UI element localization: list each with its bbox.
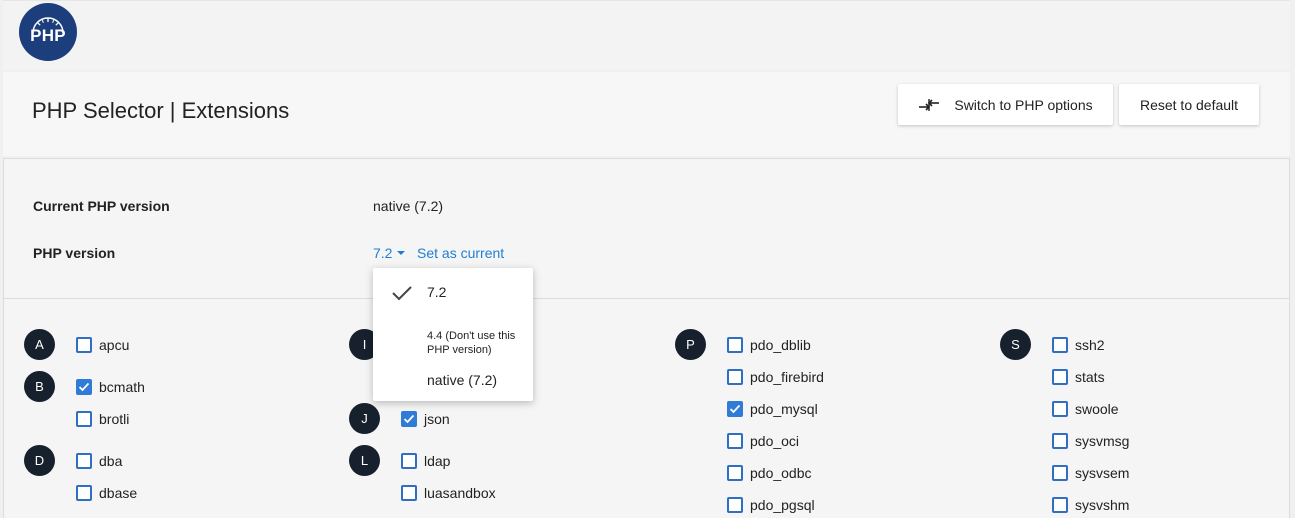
extension-item[interactable]: sysvsem bbox=[1052, 463, 1129, 483]
extension-label: bcmath bbox=[99, 379, 145, 395]
extension-item[interactable]: pdo_odbc bbox=[727, 463, 812, 483]
checkbox[interactable] bbox=[1052, 369, 1068, 385]
switch-button-label: Switch to PHP options bbox=[954, 96, 1093, 113]
extension-label: luasandbox bbox=[424, 485, 496, 501]
checkbox[interactable] bbox=[1052, 401, 1068, 417]
extension-item[interactable]: dbase bbox=[76, 483, 137, 503]
extension-label: sysvmsg bbox=[1075, 433, 1130, 449]
letter-badge: L bbox=[349, 445, 380, 476]
checkbox[interactable] bbox=[76, 411, 92, 427]
letter-badge: J bbox=[349, 403, 380, 434]
checkmark-icon bbox=[403, 414, 415, 424]
page-title: PHP Selector | Extensions bbox=[32, 98, 290, 123]
extension-label: dba bbox=[99, 453, 123, 469]
extension-item[interactable]: pdo_pgsql bbox=[727, 495, 815, 515]
extension-item[interactable]: dba bbox=[76, 451, 122, 471]
extension-label: pdo_pgsql bbox=[750, 497, 815, 513]
extension-item[interactable]: apcu bbox=[76, 335, 129, 355]
logo-text: PHP bbox=[30, 26, 66, 45]
checkbox[interactable] bbox=[727, 497, 743, 513]
checkbox[interactable] bbox=[1052, 465, 1068, 481]
caret-down-icon bbox=[397, 251, 406, 256]
php-version-value: 7.2 bbox=[373, 245, 393, 261]
letter-badge: A bbox=[24, 329, 55, 360]
checkbox[interactable] bbox=[76, 453, 92, 469]
extension-label: json bbox=[424, 411, 450, 427]
checkbox[interactable] bbox=[727, 401, 743, 417]
checkbox[interactable] bbox=[727, 369, 743, 385]
letter-badge: P bbox=[675, 329, 706, 360]
letter-badge: S bbox=[1000, 329, 1031, 360]
current-version-value: native (7.2) bbox=[373, 198, 444, 214]
extension-label: brotli bbox=[99, 411, 130, 427]
switch-to-php-options-button[interactable]: Switch to PHP options bbox=[898, 84, 1113, 125]
dropdown-option[interactable]: 7.2 bbox=[427, 284, 446, 300]
check-icon bbox=[392, 286, 412, 301]
extension-item[interactable]: pdo_dblib bbox=[727, 335, 811, 355]
set-as-current-link[interactable]: Set as current bbox=[417, 245, 504, 261]
checkbox[interactable] bbox=[401, 453, 417, 469]
extension-item[interactable]: sysvshm bbox=[1052, 495, 1129, 515]
php-version-dropdown: 7.2 4.4 (Don't use this PHP version) nat… bbox=[373, 268, 533, 401]
checkbox[interactable] bbox=[727, 337, 743, 353]
extension-label: dbase bbox=[99, 485, 138, 501]
extension-item[interactable]: stats bbox=[1052, 367, 1105, 387]
extension-label: stats bbox=[1075, 369, 1105, 385]
extension-label: sysvsem bbox=[1075, 465, 1130, 481]
extension-item[interactable]: luasandbox bbox=[401, 483, 496, 503]
dropdown-option[interactable]: native (7.2) bbox=[427, 372, 497, 388]
checkbox[interactable] bbox=[401, 411, 417, 427]
checkbox[interactable] bbox=[1052, 497, 1068, 513]
php-version-label: PHP version bbox=[33, 245, 116, 261]
extension-label: ssh2 bbox=[1075, 337, 1105, 353]
php-logo[interactable]: PHP bbox=[19, 3, 77, 61]
extension-item[interactable]: bcmath bbox=[76, 377, 145, 397]
letter-badge: B bbox=[24, 371, 55, 402]
extension-item[interactable]: pdo_oci bbox=[727, 431, 799, 451]
checkbox[interactable] bbox=[76, 337, 92, 353]
dropdown-option[interactable]: 4.4 (Don't use this PHP version) bbox=[427, 329, 527, 357]
checkmark-icon bbox=[78, 382, 90, 392]
extension-label: pdo_oci bbox=[750, 433, 800, 449]
checkbox[interactable] bbox=[401, 485, 417, 501]
extension-item[interactable]: brotli bbox=[76, 409, 129, 429]
extension-item[interactable]: swoole bbox=[1052, 399, 1119, 419]
extension-label: ldap bbox=[424, 453, 451, 469]
checkbox[interactable] bbox=[76, 379, 92, 395]
extension-label: swoole bbox=[1075, 401, 1119, 417]
extension-label: pdo_firebird bbox=[750, 369, 824, 385]
checkbox[interactable] bbox=[727, 465, 743, 481]
divider bbox=[4, 298, 1289, 299]
php-version-select[interactable]: 7.2 bbox=[373, 245, 406, 261]
extension-item[interactable]: pdo_firebird bbox=[727, 367, 824, 387]
extension-item[interactable]: sysvmsg bbox=[1052, 431, 1129, 451]
checkbox[interactable] bbox=[727, 433, 743, 449]
reset-to-default-button[interactable]: Reset to default bbox=[1119, 84, 1259, 125]
switch-arrows-icon bbox=[919, 98, 940, 111]
extension-item[interactable]: ssh2 bbox=[1052, 335, 1105, 355]
checkbox[interactable] bbox=[76, 485, 92, 501]
extension-item[interactable]: pdo_mysql bbox=[727, 399, 818, 419]
extension-label: pdo_odbc bbox=[750, 465, 812, 481]
checkbox[interactable] bbox=[1052, 337, 1068, 353]
page-header: PHP Selector | Extensions Switch to PHP … bbox=[3, 72, 1290, 156]
reset-button-label: Reset to default bbox=[1139, 96, 1239, 113]
checkmark-icon bbox=[729, 404, 741, 414]
current-version-label: Current PHP version bbox=[33, 198, 170, 214]
extension-item[interactable]: ldap bbox=[401, 451, 450, 471]
extension-label: apcu bbox=[99, 337, 130, 353]
top-bar: PHP bbox=[3, 0, 1290, 70]
extension-label: pdo_dblib bbox=[750, 337, 811, 353]
extension-label: sysvshm bbox=[1075, 497, 1130, 513]
extension-label: pdo_mysql bbox=[750, 401, 818, 417]
letter-badge: D bbox=[24, 445, 55, 476]
extension-item[interactable]: json bbox=[401, 409, 450, 429]
checkbox[interactable] bbox=[1052, 433, 1068, 449]
